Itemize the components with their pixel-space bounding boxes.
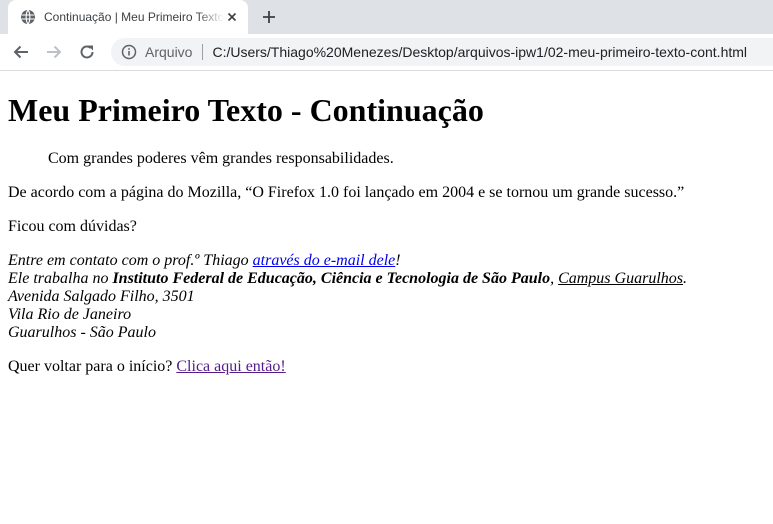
back-paragraph: Quer voltar para o início? Clica aqui en… bbox=[8, 358, 765, 376]
page-heading: Meu Primeiro Texto - Continuação bbox=[8, 92, 484, 128]
campus-link[interactable]: Campus Guarulhos bbox=[558, 270, 683, 287]
period-text: . bbox=[682, 270, 687, 287]
district-line: Vila Rio de Janeiro bbox=[8, 306, 132, 323]
info-icon[interactable] bbox=[121, 44, 137, 60]
contact-suffix: ! bbox=[395, 252, 401, 269]
contact-prefix: Entre em contato com o prof.º Thiago bbox=[8, 252, 253, 269]
quote-paragraph: Com grandes poderes vêm grandes responsa… bbox=[48, 150, 394, 167]
globe-icon bbox=[20, 9, 36, 25]
tab-title: Continuação | Meu Primeiro Texto bbox=[44, 10, 224, 24]
page-content: Meu Primeiro Texto - Continuação Com gra… bbox=[0, 92, 773, 376]
comma-text: , bbox=[550, 270, 559, 287]
address-bar[interactable]: Arquivo C:/Users/Thiago%20Menezes/Deskto… bbox=[111, 38, 773, 66]
arrow-right-icon[interactable] bbox=[40, 38, 68, 66]
plus-icon[interactable] bbox=[257, 5, 281, 29]
works-prefix: Ele trabalha no bbox=[8, 270, 113, 287]
street-line: Avenida Salgado Filho, 3501 bbox=[8, 288, 195, 305]
mozilla-paragraph: De acordo com a página do Mozilla, “O Fi… bbox=[8, 184, 685, 201]
scheme-label: Arquivo bbox=[145, 44, 193, 60]
browser-toolbar: Arquivo C:/Users/Thiago%20Menezes/Deskto… bbox=[0, 34, 773, 71]
tab-strip: Continuação | Meu Primeiro Texto bbox=[0, 0, 773, 34]
browser-tab-active[interactable]: Continuação | Meu Primeiro Texto bbox=[8, 0, 248, 34]
omnibox-divider bbox=[202, 44, 204, 60]
back-link[interactable]: Clica aqui então! bbox=[176, 358, 285, 375]
url-text[interactable]: C:/Users/Thiago%20Menezes/Desktop/arquiv… bbox=[212, 44, 747, 60]
email-link[interactable]: através do e-mail dele bbox=[253, 252, 396, 269]
institute-name: Instituto Federal de Educação, Ciência e… bbox=[112, 270, 551, 287]
reload-icon[interactable] bbox=[73, 38, 101, 66]
back-prefix: Quer voltar para o início? bbox=[8, 358, 177, 375]
close-icon[interactable] bbox=[224, 9, 240, 25]
arrow-left-icon[interactable] bbox=[7, 38, 35, 66]
contact-address: Entre em contato com o prof.º Thiago atr… bbox=[8, 252, 765, 342]
question-paragraph: Ficou com dúvidas? bbox=[8, 218, 137, 235]
city-line: Guarulhos - São Paulo bbox=[8, 324, 156, 341]
tab-title-text: Continuação | Meu Primeiro Texto bbox=[44, 10, 224, 24]
